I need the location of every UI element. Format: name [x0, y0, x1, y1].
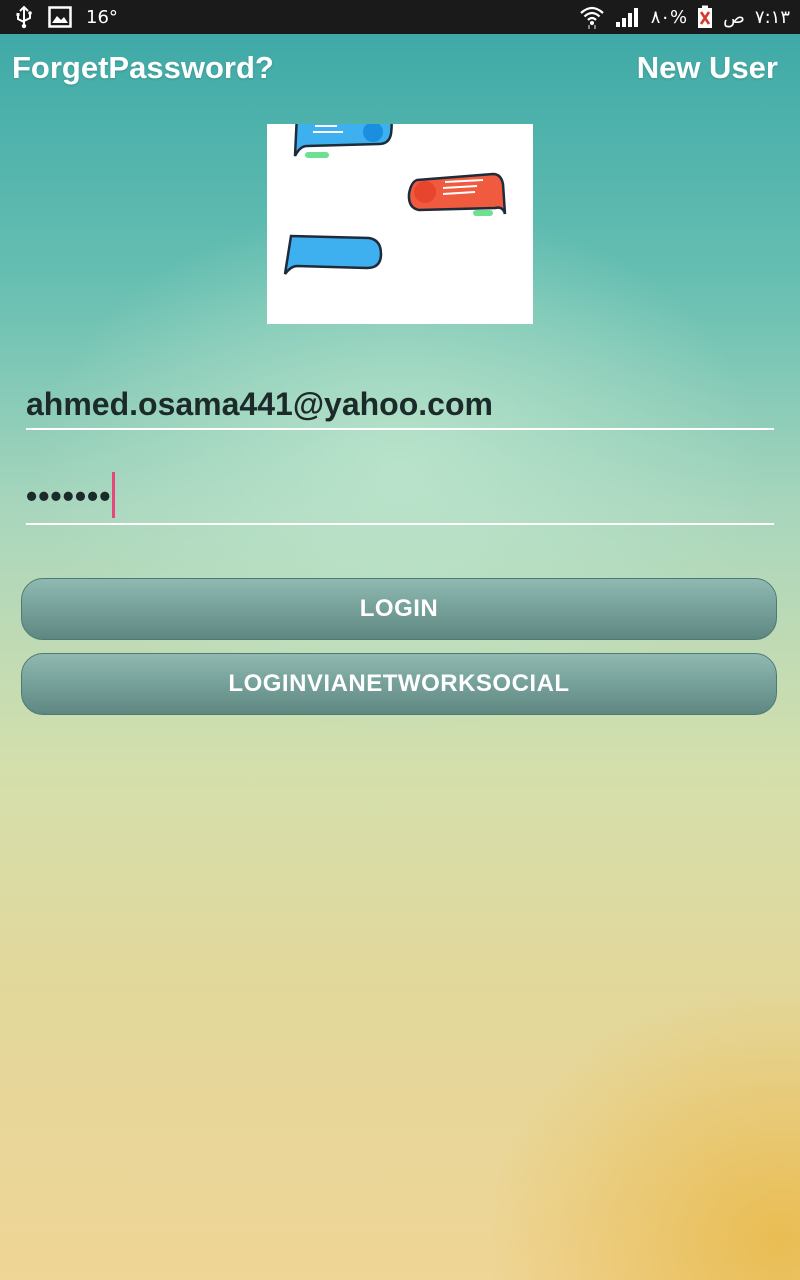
email-field[interactable]: ahmed.osama441@yahoo.com — [26, 384, 774, 430]
temperature-text: 16° — [86, 6, 118, 28]
signal-icon — [615, 6, 641, 28]
wifi-icon — [579, 5, 605, 29]
battery-percent-text: ٨٠% — [650, 6, 688, 28]
clock-text: ٧:١٣ — [754, 6, 790, 28]
password-field[interactable]: ••••••• — [26, 472, 774, 525]
text-cursor — [112, 472, 116, 518]
login-social-button[interactable]: LOGINVIANETWORKSOCIAL — [21, 653, 777, 715]
new-user-link[interactable]: New User — [637, 50, 778, 86]
password-value: ••••••• — [26, 478, 112, 514]
forget-password-link[interactable]: ForgetPassword? — [12, 50, 274, 86]
login-button[interactable]: LOGIN — [21, 578, 777, 640]
status-bar: 16° ٨٠% ص ٧:١٣ — [0, 0, 800, 34]
usb-icon — [14, 5, 34, 29]
battery-icon — [697, 5, 713, 29]
image-icon — [48, 6, 72, 28]
chat-bubble-blue-bottom-icon — [283, 234, 383, 275]
email-value: ahmed.osama441@yahoo.com — [26, 386, 493, 422]
chat-bubble-blue-top-icon — [293, 124, 393, 158]
app-logo — [267, 124, 533, 324]
chat-bubble-red-icon — [407, 172, 507, 216]
am-pm-text: ص — [723, 6, 745, 28]
